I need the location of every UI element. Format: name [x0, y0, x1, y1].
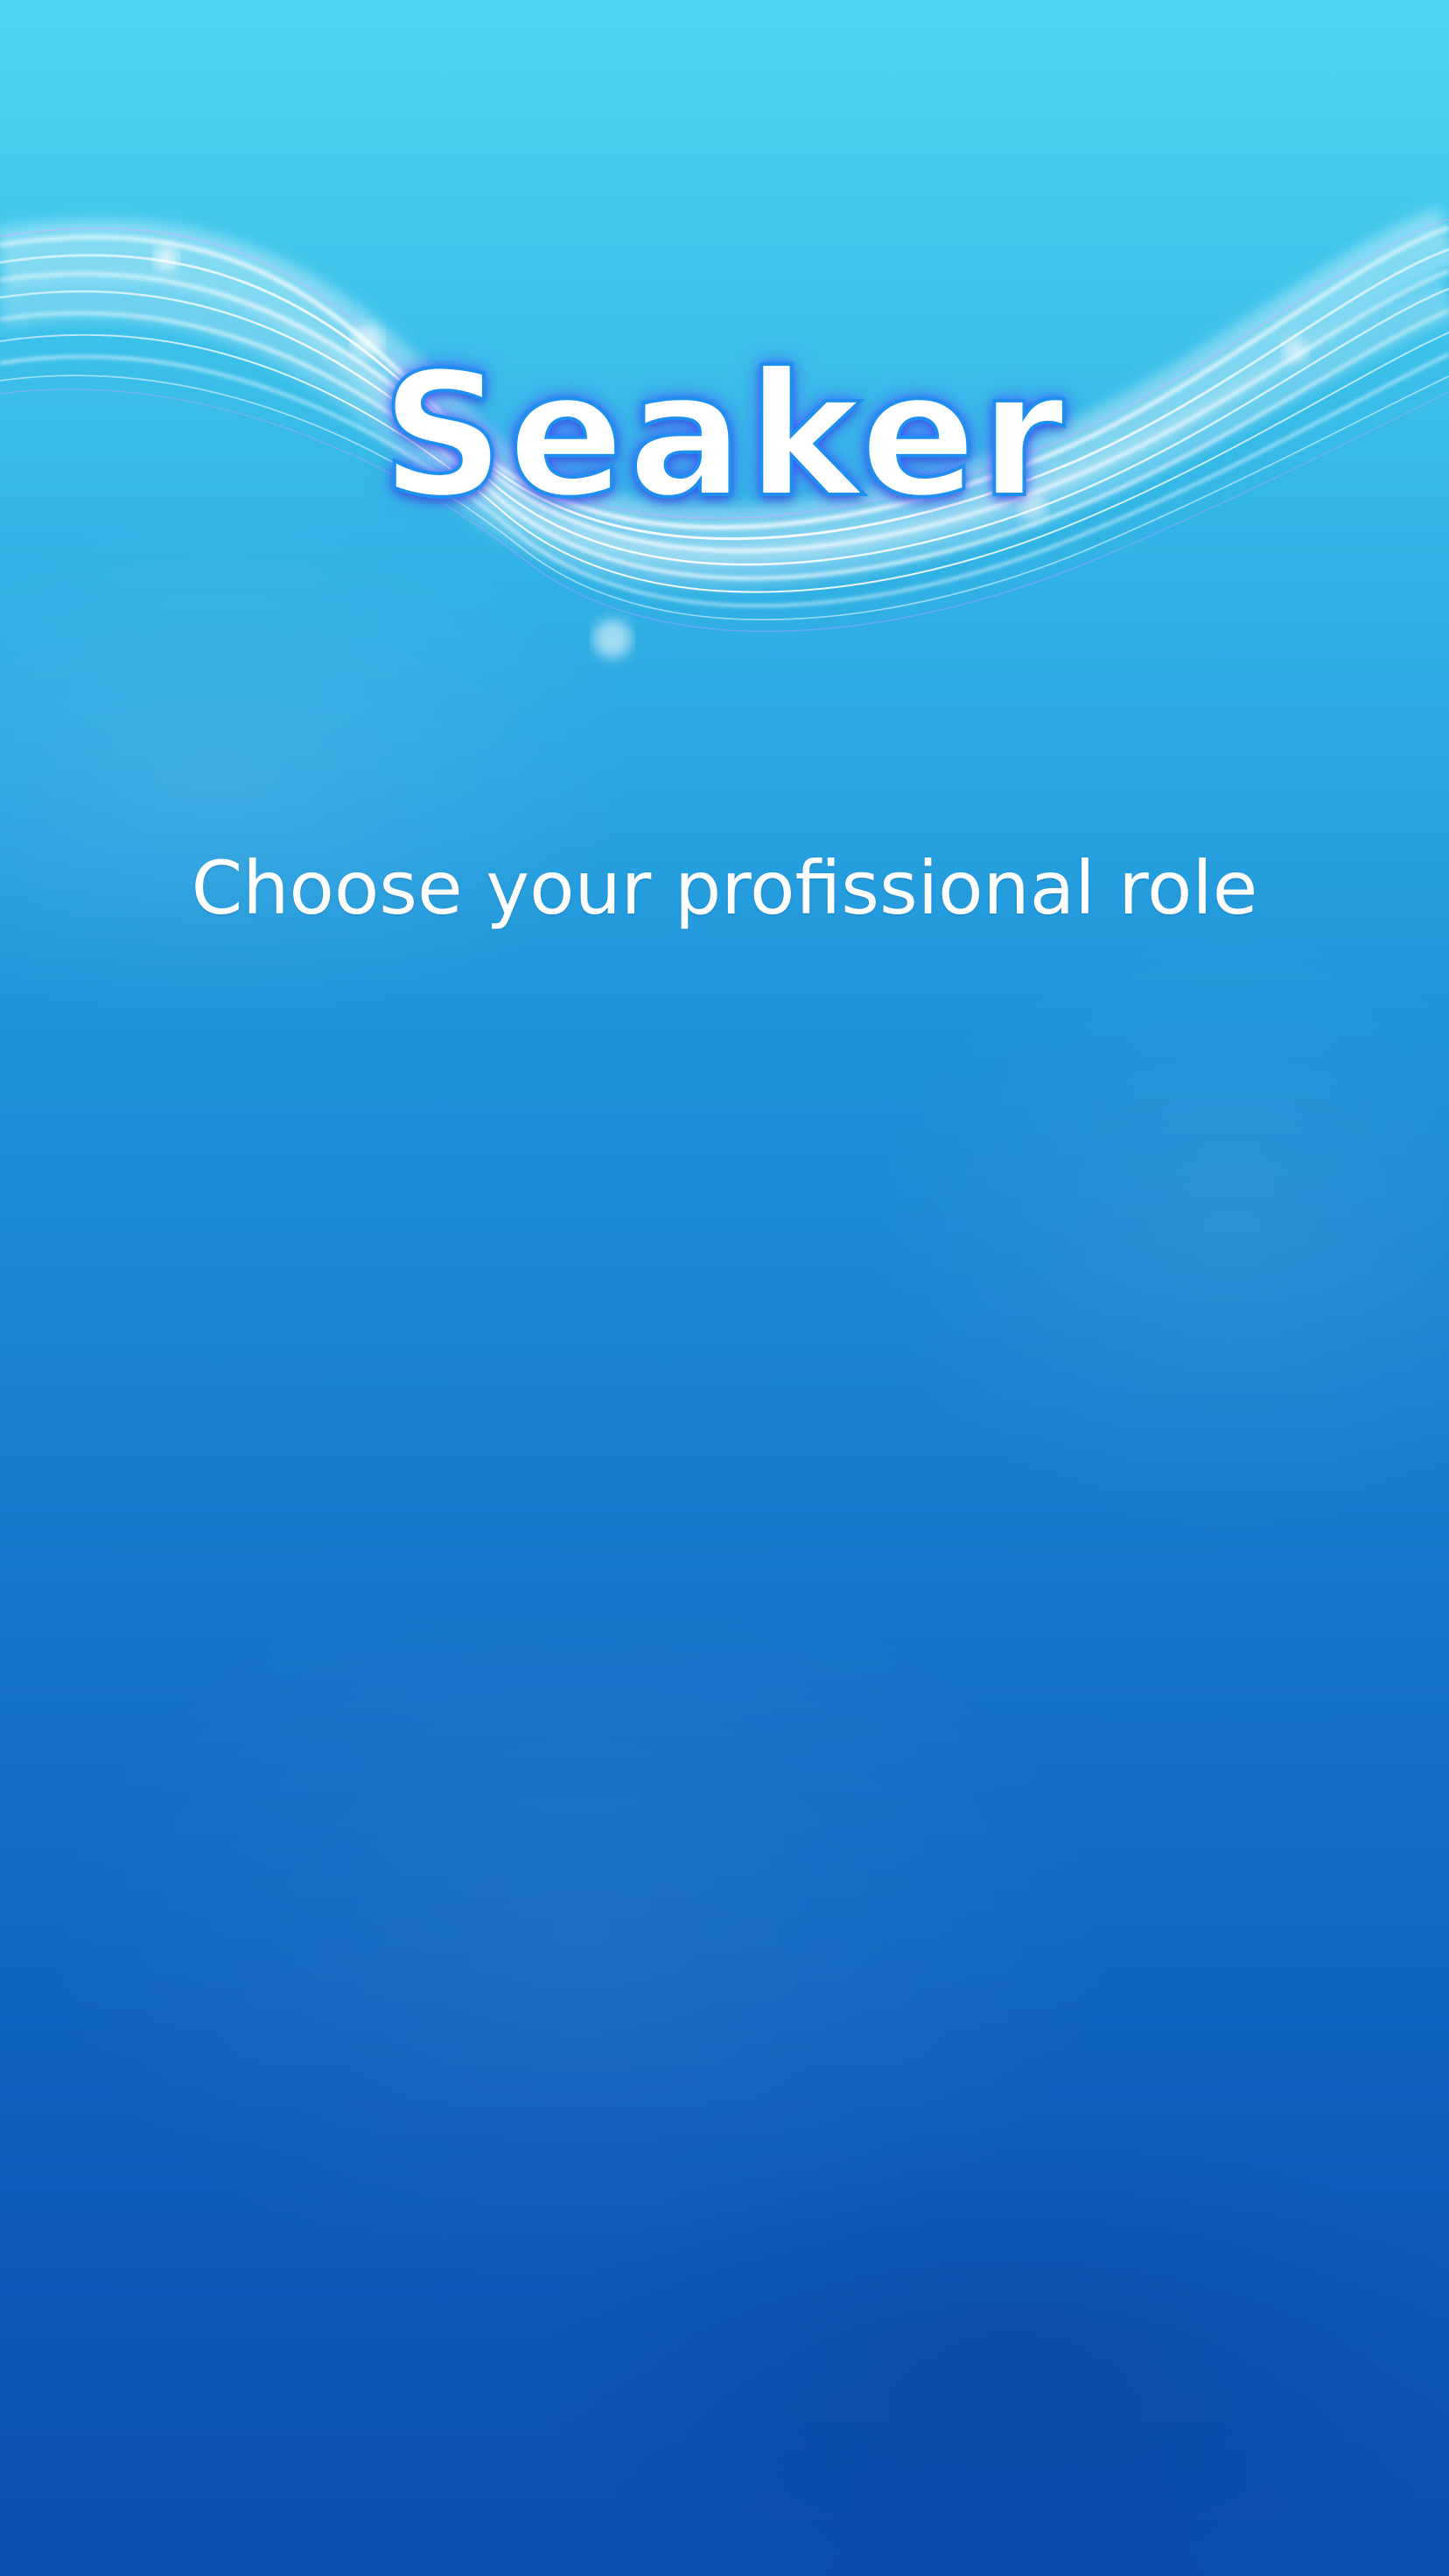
splash-screen: Seaker Choose your profissional role — [0, 0, 1449, 2576]
app-logo-title: Seaker — [379, 336, 1068, 536]
role-prompt-text: Choose your profissional role — [191, 845, 1258, 931]
